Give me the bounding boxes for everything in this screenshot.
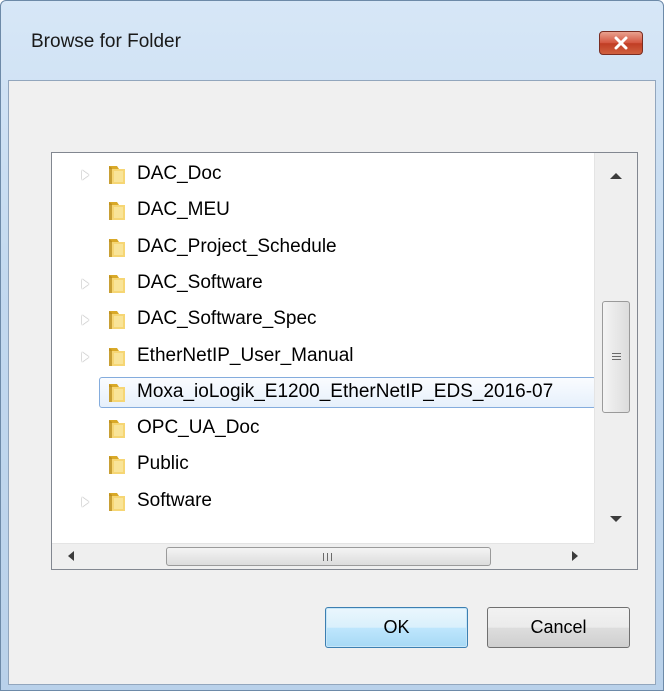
folder-icon	[109, 347, 125, 366]
tree-item[interactable]: Software	[52, 485, 594, 519]
tree-item-label: Public	[137, 453, 189, 475]
expand-arrow-icon[interactable]	[76, 485, 96, 519]
tree-item-label: DAC_Software	[137, 271, 263, 293]
tree-item-label: Moxa_ioLogik_E1200_EtherNetIP_EDS_2016-0…	[137, 380, 554, 402]
ok-button[interactable]: OK	[325, 607, 468, 648]
folder-icon	[109, 202, 125, 221]
expand-arrow-icon[interactable]	[76, 340, 96, 374]
tree-item-label: OPC_UA_Doc	[137, 417, 260, 439]
tree-item[interactable]: DAC_Software	[52, 267, 594, 301]
expand-triangle	[82, 170, 89, 180]
scroll-up-arrow-icon[interactable]	[610, 173, 622, 179]
scroll-left-arrow-icon[interactable]	[68, 551, 74, 561]
folder-icon	[109, 274, 125, 293]
horizontal-scroll-thumb[interactable]	[166, 547, 491, 566]
tree-item-label: DAC_Project_Schedule	[137, 235, 337, 257]
expand-triangle	[82, 315, 89, 326]
folder-icon	[109, 166, 125, 184]
expand-triangle	[82, 496, 89, 507]
tree-item-label: DAC_Software_Spec	[137, 308, 317, 330]
tree-item-label: DAC_Doc	[137, 163, 222, 184]
folder-tree-rows: DAC_Doc DAC_MEU DAC_Project_Schedule DAC_So…	[52, 153, 594, 543]
expand-arrow-icon[interactable]	[76, 158, 96, 192]
grip-line	[323, 553, 324, 561]
scroll-right-arrow-icon[interactable]	[572, 551, 578, 561]
grip-line	[612, 356, 621, 357]
tree-item[interactable]: OPC_UA_Doc	[52, 412, 594, 446]
folder-icon	[109, 383, 125, 402]
expand-arrow-icon[interactable]	[76, 303, 96, 337]
scrollbar-corner	[594, 543, 637, 569]
dialog-client-area: DAC_Doc DAC_MEU DAC_Project_Schedule DAC_So…	[8, 80, 656, 685]
folder-icon	[109, 420, 125, 439]
folder-tree-view[interactable]: DAC_Doc DAC_MEU DAC_Project_Schedule DAC_So…	[51, 152, 638, 570]
grip-line	[612, 359, 621, 360]
expand-arrow-icon[interactable]	[76, 267, 96, 301]
grip-line	[612, 353, 621, 354]
tree-item[interactable]: DAC_Doc	[52, 158, 594, 192]
tree-item[interactable]: Public	[52, 448, 594, 482]
expand-triangle	[82, 278, 89, 289]
scroll-down-arrow-icon[interactable]	[610, 516, 622, 522]
vertical-scroll-thumb[interactable]	[602, 301, 630, 413]
title-bar[interactable]: Browse for Folder	[1, 1, 663, 81]
cancel-button[interactable]: Cancel	[487, 607, 630, 648]
close-icon	[614, 36, 628, 50]
close-button[interactable]	[599, 31, 643, 55]
tree-item-label: Software	[137, 489, 212, 511]
tree-item-label: DAC_MEU	[137, 199, 230, 221]
dialog-window: Browse for Folder DAC_Doc DAC_MEU DAC_Proj…	[0, 0, 664, 691]
tree-item[interactable]: EtherNetIP_User_Manual	[52, 340, 594, 374]
horizontal-scrollbar[interactable]	[52, 543, 594, 569]
tree-item[interactable]: DAC_Project_Schedule	[52, 231, 594, 265]
folder-icon	[109, 456, 125, 475]
grip-line	[331, 553, 332, 561]
tree-item-label: EtherNetIP_User_Manual	[137, 344, 354, 366]
window-title: Browse for Folder	[31, 31, 181, 52]
folder-icon	[109, 311, 125, 330]
tree-item[interactable]: Moxa_ioLogik_E1200_EtherNetIP_EDS_2016-0…	[52, 376, 594, 410]
vertical-scrollbar[interactable]	[594, 153, 637, 543]
folder-icon	[109, 492, 125, 511]
folder-icon	[109, 238, 125, 257]
tree-item[interactable]: DAC_Software_Spec	[52, 303, 594, 337]
grip-line	[327, 553, 328, 561]
expand-triangle	[82, 351, 89, 362]
tree-item[interactable]: DAC_MEU	[52, 194, 594, 228]
